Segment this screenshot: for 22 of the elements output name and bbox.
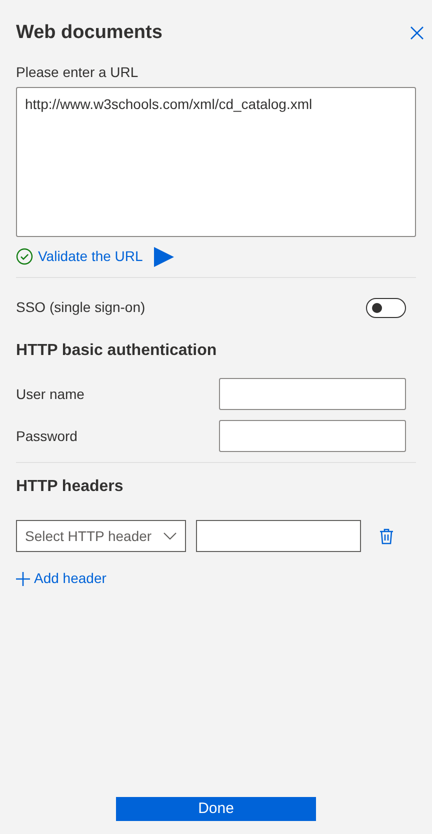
toggle-label: SSO (single sign-on) (16, 298, 146, 317)
section-heading: HTTP headers (16, 477, 124, 497)
field-label: Password (16, 426, 78, 446)
text-field[interactable] (219, 378, 406, 410)
validate-link[interactable]: Validate the URL (38, 246, 143, 267)
chevron-down-icon (163, 532, 177, 540)
field-label: User name (16, 384, 84, 404)
sso-toggle[interactable] (366, 298, 406, 318)
url-field[interactable]: http://www.w3schools.com/xml/cd_catalog.xml (16, 87, 416, 237)
header-dropdown[interactable]: Select HTTP header (16, 520, 186, 552)
plus-icon (16, 572, 30, 586)
add-header-button[interactable]: Add header (16, 568, 106, 589)
done-button[interactable]: Done (116, 797, 316, 821)
play-icon[interactable] (154, 246, 174, 266)
check-circle-icon (16, 248, 33, 265)
dialog-title: Web documents (16, 21, 162, 45)
trash-icon[interactable] (379, 528, 394, 544)
section-heading: HTTP basic authentication (16, 341, 218, 361)
text-field[interactable] (219, 420, 406, 452)
header-value-field[interactable] (196, 520, 361, 552)
close-icon[interactable] (410, 26, 424, 40)
field-label: Please enter a URL (16, 63, 140, 81)
